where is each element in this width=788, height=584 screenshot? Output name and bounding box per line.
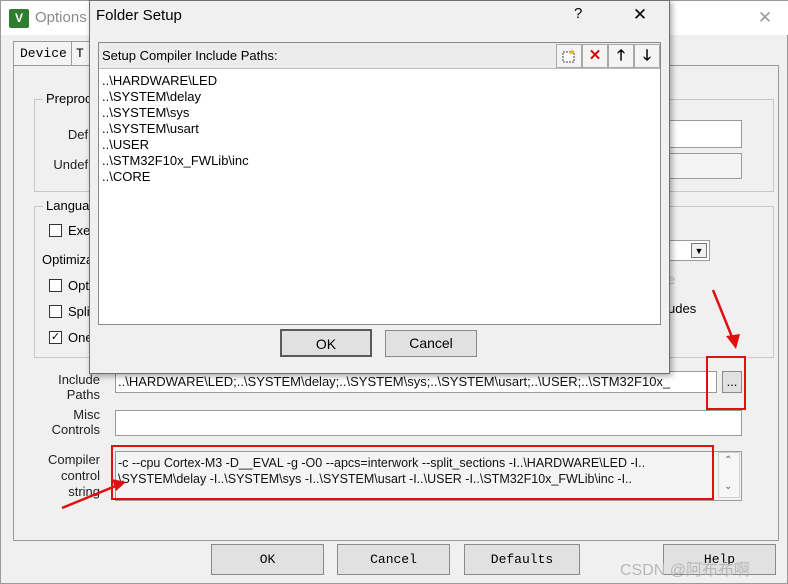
- annotation-arrow-2: [61, 483, 119, 510]
- annotation-arrows: [61, 289, 740, 510]
- annotation-arrowhead-2: [112, 479, 126, 491]
- annotation-arrowhead-1: [726, 334, 740, 349]
- watermark: CSDN @阿布布啊: [620, 562, 751, 579]
- annotation-arrow-1: [711, 289, 736, 343]
